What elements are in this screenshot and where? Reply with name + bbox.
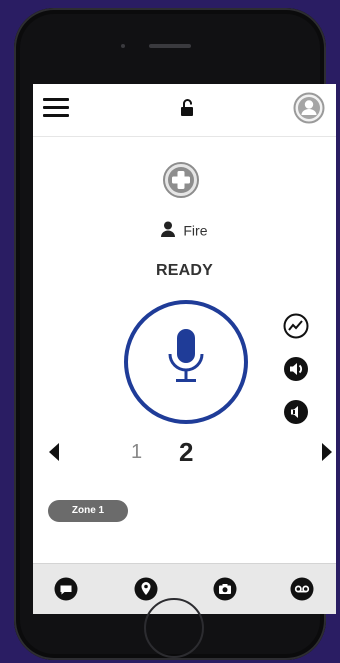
next-arrow-icon[interactable] [322,443,332,461]
speaker-alt-icon[interactable] [283,399,309,425]
previous-arrow-icon[interactable] [49,443,59,461]
side-controls [283,313,311,442]
front-camera [121,44,125,48]
hamburger-menu-icon[interactable] [43,98,69,118]
earpiece-speaker [149,44,191,48]
medical-cross-icon[interactable] [163,162,199,198]
channel-status: READY [155,262,213,279]
user-avatar-icon[interactable] [293,92,325,124]
app-screen: Fire READY 1 2 Zone 1 [33,84,336,614]
zone-badge[interactable]: Zone 1 [48,500,128,522]
voicemail-icon[interactable] [290,577,314,601]
unlocked-padlock-icon[interactable] [179,98,195,118]
talk-group: Fire [33,221,336,240]
speaker-volume-icon[interactable] [283,356,309,382]
header-divider [33,136,336,137]
activity-graph-icon[interactable] [283,313,309,339]
camera-icon[interactable] [213,577,237,601]
talk-group-name: Fire [183,222,208,239]
phone-frame: Fire READY 1 2 Zone 1 [14,8,336,660]
location-pin-icon[interactable] [134,577,158,601]
channel-pager: 1 2 [33,437,336,469]
person-icon [161,221,176,240]
page-number-1[interactable]: 1 [131,441,142,464]
home-button[interactable] [144,598,204,658]
push-to-talk-button[interactable] [124,300,248,424]
microphone-icon [168,329,204,382]
chat-bubble-icon[interactable] [54,577,78,601]
page-number-2-current[interactable]: 2 [179,437,193,468]
